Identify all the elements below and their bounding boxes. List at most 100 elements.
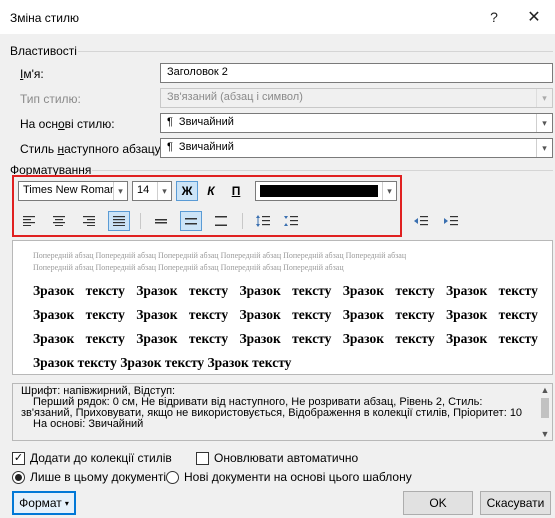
sample-word: Зразок <box>446 307 488 322</box>
scroll-up-icon[interactable]: ▲ <box>538 384 552 396</box>
sample-word: Зразок <box>33 331 75 346</box>
sample-text-line: Зразок тексту Зразок тексту Зразок тексту З… <box>33 331 538 347</box>
sample-text-line: Зразок тексту Зразок тексту Зразок тексту З… <box>33 283 538 299</box>
font-name-select[interactable]: Times New Roman ▾ <box>18 181 128 201</box>
increase-spacing-icon[interactable] <box>252 211 274 231</box>
sample-word: тексту <box>292 307 332 322</box>
based-on-value: Звичайний <box>178 116 234 128</box>
sample-word: тексту <box>395 307 435 322</box>
previous-paragraph-line: Попередній абзац Попередній абзац Попере… <box>33 263 344 272</box>
ok-button[interactable]: OK <box>403 491 473 515</box>
sample-word: Зразок <box>342 307 385 322</box>
style-description: Шрифт: напівжирний, Відступ: Перший рядо… <box>12 383 553 441</box>
previous-paragraph-line: Попередній абзац Попередній абзац Попере… <box>33 251 407 260</box>
sample-word: тексту <box>85 307 125 322</box>
checkmark-icon: ✓ <box>12 451 25 465</box>
sample-text-last-line: Зразок тексту Зразок тексту Зразок текст… <box>33 355 292 370</box>
radio-selected-icon <box>12 470 25 484</box>
properties-group-label: Властивості <box>10 44 77 58</box>
formatting-divider <box>92 170 553 171</box>
sample-word: Зразок <box>446 331 488 346</box>
sample-word: тексту <box>85 283 125 298</box>
paragraph-mark-icon: ¶ <box>167 116 173 128</box>
chevron-down-icon: ▾ <box>536 89 552 107</box>
help-button[interactable]: ? <box>480 6 508 28</box>
chevron-down-icon: ▾ <box>64 498 69 508</box>
align-justify-icon[interactable] <box>108 211 130 231</box>
italic-button[interactable]: К <box>200 181 222 201</box>
font-name-value: Times New Roman <box>23 184 117 196</box>
add-to-gallery-label: Додати до колекції стилів <box>30 451 172 465</box>
sample-word: Зразок <box>342 331 385 346</box>
sample-word: Зразок <box>33 307 75 322</box>
description-scrollbar[interactable]: ▲ ▼ <box>538 384 552 440</box>
sample-word: тексту <box>188 283 229 298</box>
style-type-select[interactable]: Зв'язаний (абзац і символ) ▾ <box>160 88 553 108</box>
checkbox-empty-icon <box>196 451 209 465</box>
format-dropdown-button[interactable]: Формат ▾ <box>12 491 76 515</box>
based-on-label: На основі стилю: <box>20 117 115 131</box>
format-button-label: Формат <box>19 496 62 510</box>
sample-word: Зразок <box>239 283 281 298</box>
underline-button[interactable]: П <box>225 181 247 201</box>
name-input[interactable]: Заголовок 2 <box>160 63 553 83</box>
align-center-icon[interactable] <box>48 211 70 231</box>
sample-text-line: Зразок тексту Зразок тексту Зразок тексту З… <box>33 307 538 323</box>
align-left-icon[interactable] <box>18 211 40 231</box>
increase-indent-icon[interactable] <box>440 211 462 231</box>
scroll-down-icon[interactable]: ▼ <box>538 428 552 440</box>
sample-word: Зразок <box>342 283 385 298</box>
font-size-select[interactable]: 14 ▾ <box>132 181 172 201</box>
toolbar-separator <box>140 213 141 229</box>
modify-style-dialog: Зміна стилю ? ✕ Властивості Ім'я: Заголо… <box>0 0 555 518</box>
only-this-document-label: Лише в цьому документі <box>30 470 167 484</box>
add-to-gallery-checkbox[interactable]: ✓ Додати до колекції стилів <box>12 451 172 465</box>
sample-word: Зразок <box>136 331 178 346</box>
chevron-down-icon: ▾ <box>382 182 396 200</box>
double-spacing-icon[interactable] <box>210 211 232 231</box>
bold-button[interactable]: Ж <box>176 181 198 201</box>
sample-word: тексту <box>498 307 538 322</box>
decrease-indent-icon[interactable] <box>410 211 432 231</box>
chevron-down-icon: ▾ <box>536 114 552 132</box>
sample-word: тексту <box>498 283 538 298</box>
next-style-label: Стиль наступного абзацу: <box>20 142 164 156</box>
font-color-select[interactable]: ▾ <box>255 181 397 201</box>
sample-word: тексту <box>292 283 332 298</box>
sample-word: тексту <box>188 307 229 322</box>
new-documents-radio[interactable]: Нові документи на основі цього шаблону <box>166 470 412 484</box>
scroll-thumb[interactable] <box>541 398 549 418</box>
toolbar-separator <box>242 213 243 229</box>
new-documents-label: Нові документи на основі цього шаблону <box>184 470 412 484</box>
cancel-button[interactable]: Скасувати <box>480 491 551 515</box>
chevron-down-icon: ▾ <box>113 182 127 200</box>
auto-update-checkbox[interactable]: Оновлювати автоматично <box>196 451 358 465</box>
auto-update-label: Оновлювати автоматично <box>214 451 359 465</box>
chevron-down-icon: ▾ <box>536 139 552 157</box>
one-half-spacing-icon[interactable] <box>180 211 202 231</box>
close-icon[interactable]: ✕ <box>520 6 548 28</box>
font-color-swatch <box>260 185 378 197</box>
sample-word: тексту <box>188 331 229 346</box>
based-on-select[interactable]: ¶ Звичайний ▾ <box>160 113 553 133</box>
single-spacing-icon[interactable] <box>150 211 172 231</box>
align-right-icon[interactable] <box>78 211 100 231</box>
decrease-spacing-icon[interactable] <box>280 211 302 231</box>
font-size-value: 14 <box>137 184 150 196</box>
name-label: Ім'я: <box>20 67 44 81</box>
title-bar: Зміна стилю ? ✕ <box>0 0 555 34</box>
next-style-select[interactable]: ¶ Звичайний ▾ <box>160 138 553 158</box>
description-line: На основі: Звичайний <box>33 418 144 430</box>
only-this-document-radio[interactable]: Лише в цьому документі <box>12 470 166 484</box>
sample-word: тексту <box>85 331 125 346</box>
sample-word: тексту <box>395 331 435 346</box>
sample-word: Зразок <box>136 307 178 322</box>
style-type-value: Зв'язаний (абзац і символ) <box>167 91 303 103</box>
sample-word: Зразок <box>239 307 281 322</box>
chevron-down-icon: ▾ <box>157 182 171 200</box>
next-style-value: Звичайний <box>178 141 234 153</box>
style-type-label: Тип стилю: <box>20 92 81 106</box>
properties-divider <box>78 51 553 52</box>
sample-word: тексту <box>498 331 538 346</box>
sample-word: Зразок <box>136 283 178 298</box>
